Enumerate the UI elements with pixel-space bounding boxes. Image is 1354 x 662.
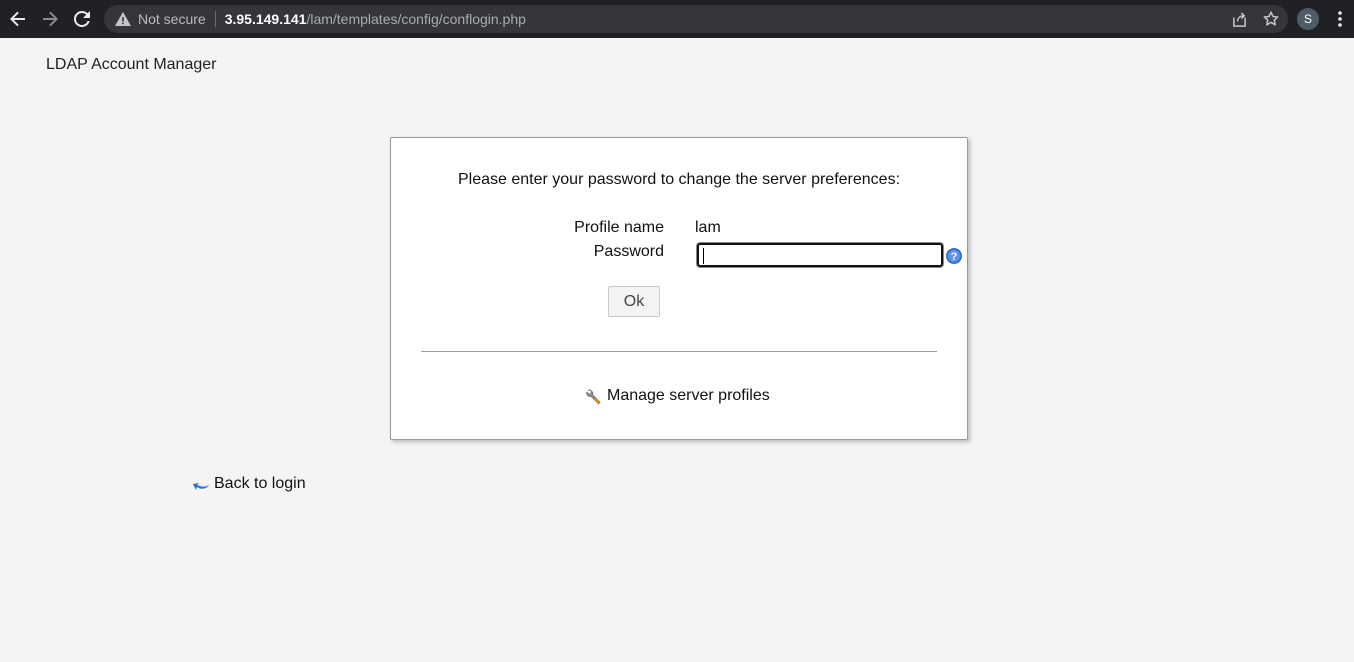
share-icon[interactable] — [1230, 10, 1248, 28]
wrench-icon — [586, 388, 601, 405]
reload-icon — [74, 11, 90, 27]
url-path: /lam/templates/config/conflogin.php — [306, 11, 526, 27]
back-arrow-icon — [193, 483, 210, 490]
forward-button[interactable] — [34, 0, 66, 38]
browser-toolbar: Not secure 3.95.149.141/lam/templates/co… — [0, 0, 1354, 38]
star-icon[interactable] — [1262, 10, 1280, 28]
arrow-right-icon — [43, 11, 58, 27]
back-button[interactable] — [2, 0, 34, 38]
back-to-login-link[interactable]: Back to login — [192, 475, 306, 493]
back-to-login-label: Back to login — [214, 475, 306, 492]
omnibox-separator — [214, 11, 216, 27]
profile-name-label: Profile name — [574, 219, 664, 236]
manage-server-profiles-label: Manage server profiles — [607, 387, 770, 404]
manage-server-profiles-link[interactable]: Manage server profiles — [585, 387, 770, 405]
url-host: 3.95.149.141 — [224, 11, 307, 27]
url-text[interactable]: 3.95.149.141/lam/templates/config/conflo… — [225, 11, 526, 27]
profile-avatar[interactable]: S — [1297, 8, 1319, 30]
password-label: Password — [593, 243, 664, 260]
password-prompt: Please enter your password to change the… — [457, 171, 901, 188]
kebab-menu-icon[interactable] — [1332, 10, 1348, 28]
address-bar[interactable]: Not secure 3.95.149.141/lam/templates/co… — [104, 5, 1288, 33]
security-status[interactable]: Not secure — [138, 11, 206, 27]
config-login-box: Please enter your password to change the… — [390, 137, 968, 440]
ok-button[interactable]: Ok — [608, 286, 660, 317]
text-caret — [703, 248, 704, 264]
profile-name-value: lam — [695, 219, 721, 236]
password-input[interactable] — [696, 242, 944, 268]
arrow-left-icon — [10, 11, 25, 27]
app-title: LDAP Account Manager — [46, 56, 217, 73]
divider — [421, 351, 937, 352]
svg-text:?: ? — [951, 251, 958, 263]
reload-button[interactable] — [66, 0, 98, 38]
omnibox-actions — [1230, 5, 1280, 33]
help-icon[interactable]: ? — [946, 248, 962, 264]
warning-triangle-icon[interactable] — [114, 10, 132, 28]
